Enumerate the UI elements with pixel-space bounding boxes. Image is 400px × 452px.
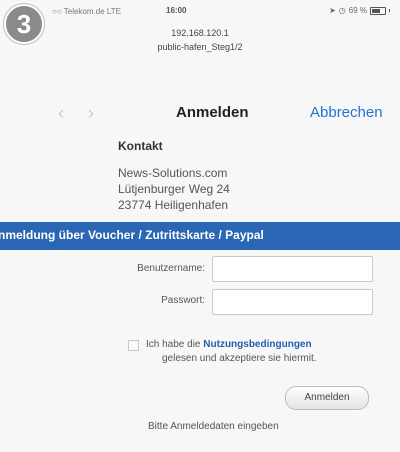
step-number-badge: 3: [4, 4, 44, 44]
cancel-button[interactable]: Abbrechen: [310, 104, 383, 121]
status-bar: ○○ Telekom.de LTE 16:00 ➤ ◷ 69 %: [0, 0, 400, 22]
carrier-label: ○○ Telekom.de LTE: [52, 7, 121, 16]
battery-icon: [370, 6, 386, 15]
terms-link[interactable]: Nutzungsbedingungen: [203, 339, 311, 350]
terms-prefix: Ich habe die: [146, 339, 201, 350]
username-label: Benutzername:: [137, 263, 205, 274]
page-title: Anmelden: [176, 104, 249, 121]
terms-text-line2: gelesen und akzeptiere sie hiermit.: [162, 353, 317, 364]
back-icon[interactable]: ‹: [58, 103, 64, 124]
forward-icon[interactable]: ›: [88, 103, 94, 124]
login-hint: Bitte Anmeldedaten eingeben: [148, 421, 279, 432]
terms-checkbox[interactable]: [128, 340, 139, 351]
url-path: public-hafen_Steg1/2: [157, 42, 243, 52]
section-banner: nmeldung über Voucher / Zutrittskarte / …: [0, 222, 400, 250]
contact-street: Lütjenburger Weg 24: [118, 182, 230, 196]
contact-heading: Kontakt: [118, 139, 163, 153]
password-label: Passwort:: [161, 295, 205, 306]
alarm-icon: ◷: [338, 6, 346, 15]
banner-text: nmeldung über Voucher / Zutrittskarte / …: [0, 228, 264, 242]
terms-text: Ich habe die Nutzungsbedingungen: [146, 339, 312, 350]
password-field[interactable]: [212, 289, 373, 315]
login-button[interactable]: Anmelden: [285, 386, 369, 410]
battery-percent: 69 %: [348, 6, 367, 15]
url-host: 192.168.120.1: [171, 28, 229, 38]
clock: 16:00: [166, 6, 187, 15]
status-right: ➤ ◷ 69 %: [329, 6, 390, 15]
username-field[interactable]: [212, 256, 373, 282]
contact-city: 23774 Heiligenhafen: [118, 198, 229, 212]
location-arrow-icon: ➤: [329, 6, 336, 15]
contact-company: News-Solutions.com: [118, 166, 228, 180]
